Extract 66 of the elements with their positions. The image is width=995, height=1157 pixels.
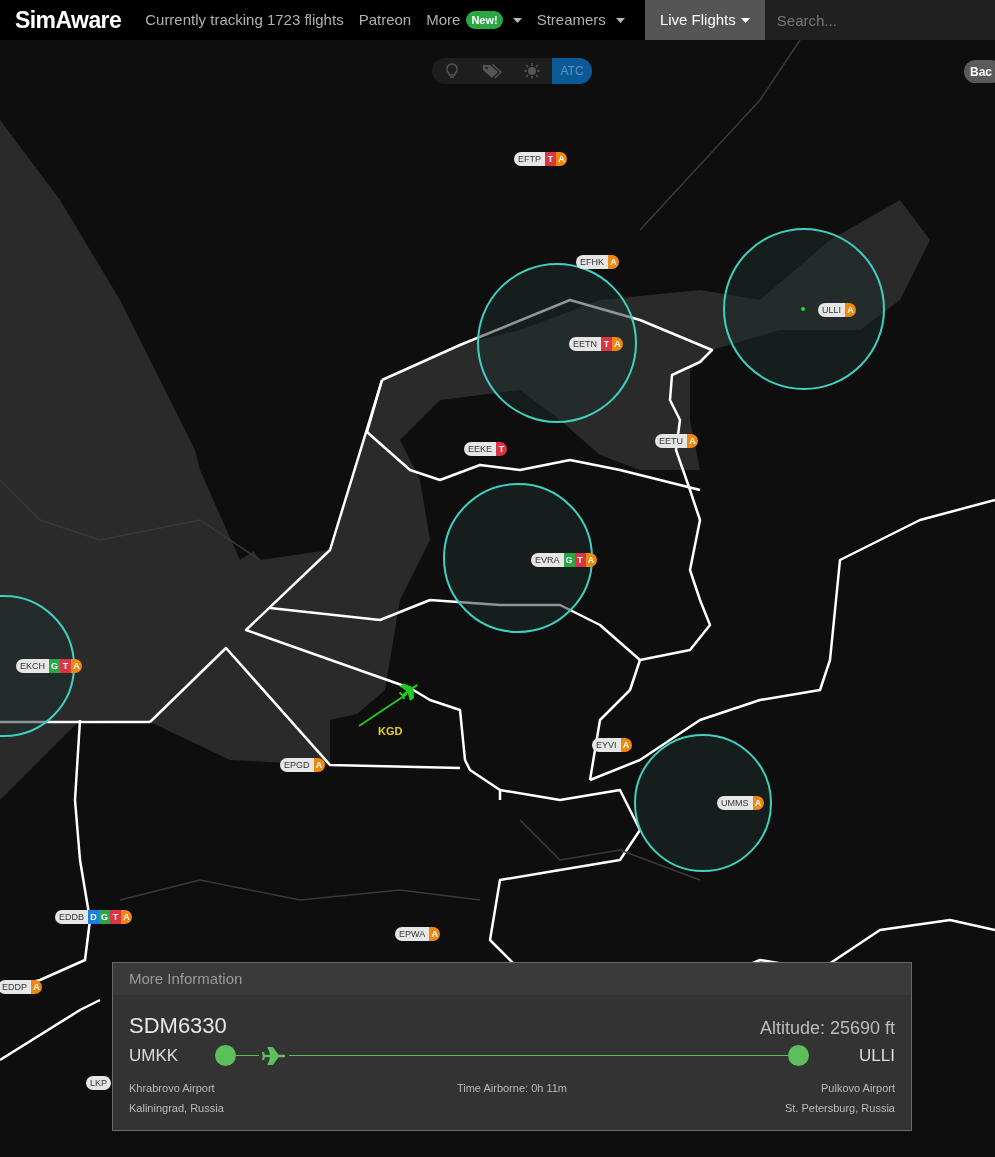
nav-link[interactable]: More New! xyxy=(426,8,522,32)
service-badge[interactable]: A xyxy=(121,910,132,924)
service-badge[interactable]: A xyxy=(31,980,42,994)
service-badge[interactable]: A xyxy=(752,796,764,810)
service-badge[interactable]: T xyxy=(110,910,121,924)
service-badge[interactable]: A xyxy=(845,303,856,317)
airport-code[interactable]: EFHK xyxy=(576,255,608,269)
airport-code[interactable]: EPGD xyxy=(280,758,314,772)
tracking-count: Currently tracking 1723 flights xyxy=(145,9,344,30)
airport-code[interactable]: EVRA xyxy=(531,553,564,567)
airport-code[interactable]: EFTP xyxy=(514,152,545,166)
airport-code[interactable]: EDDB xyxy=(55,910,88,924)
service-badge[interactable]: A xyxy=(429,927,441,941)
caret-icon xyxy=(615,17,625,23)
time-airborne: Time Airborne: 0h 11m xyxy=(456,1081,567,1096)
airport-code[interactable]: EPWA xyxy=(395,927,430,941)
airport-code[interactable]: EEKE xyxy=(464,442,496,456)
service-badge[interactable]: A xyxy=(620,738,632,752)
airport-code[interactable]: LKP xyxy=(86,1076,111,1090)
service-badge[interactable]: T xyxy=(60,659,71,673)
corner-button[interactable]: Bac xyxy=(964,60,995,83)
destination-code: ULLI xyxy=(858,1045,895,1068)
service-badge[interactable]: G xyxy=(563,553,575,567)
airport-city: St. Petersburg, Russia xyxy=(784,1101,895,1116)
airport-code[interactable]: UMMS xyxy=(717,796,753,810)
service-badge[interactable]: A xyxy=(313,758,325,772)
service-badge[interactable]: T xyxy=(545,152,556,166)
new-badge: New! xyxy=(466,10,503,30)
flight-track-line xyxy=(358,693,408,727)
service-badge[interactable]: T xyxy=(574,553,586,567)
service-badge[interactable]: A xyxy=(608,255,619,269)
search-field[interactable]: Search... xyxy=(764,0,995,40)
service-badge[interactable]: A xyxy=(585,553,597,567)
service-badge[interactable]: D xyxy=(88,910,99,924)
airport-code[interactable]: EYVI xyxy=(592,738,621,752)
airport-name: Khrabrovo Airport xyxy=(129,1081,216,1096)
airplane-icon[interactable] xyxy=(398,683,419,701)
airport-code[interactable]: EETU xyxy=(655,434,687,448)
service-badge[interactable]: A xyxy=(556,152,567,166)
service-badge[interactable]: G xyxy=(49,659,60,673)
lightbulb-icon xyxy=(445,63,459,79)
nav-link[interactable]: Streamers xyxy=(536,8,625,32)
service-badge[interactable]: G xyxy=(99,910,110,924)
airport-city: Kaliningrad, Russia xyxy=(129,1101,225,1116)
service-badge[interactable]: A xyxy=(687,434,698,448)
airport-code[interactable]: EDDP xyxy=(0,980,31,994)
airport-code[interactable]: EKCH xyxy=(16,659,49,673)
airport-name: Pulkovo Airport xyxy=(821,1081,895,1096)
brand-logo[interactable]: SimAware xyxy=(15,2,122,38)
airport-code[interactable]: ULLI xyxy=(818,303,845,317)
altitude-text: Altitude: 25690 ft xyxy=(759,1017,895,1040)
service-badge[interactable]: A xyxy=(71,659,82,673)
tags-icon xyxy=(482,63,502,79)
flight-callsign: SDM6330 xyxy=(129,1012,227,1040)
service-badge[interactable]: A xyxy=(612,337,623,351)
caret-icon xyxy=(740,17,750,23)
airport-code[interactable]: EETN xyxy=(569,337,601,351)
nav-link[interactable]: Patreon xyxy=(358,8,412,32)
caret-icon xyxy=(512,17,522,23)
sun-icon xyxy=(524,63,540,79)
origin-code: UMKK xyxy=(129,1045,180,1068)
service-badge[interactable]: T xyxy=(601,337,612,351)
service-badge[interactable]: T xyxy=(496,442,507,456)
panel-title: More Information xyxy=(129,968,243,989)
live-flights-button[interactable]: Live Flights xyxy=(644,0,765,40)
flight-label[interactable]: KGD xyxy=(378,723,403,740)
